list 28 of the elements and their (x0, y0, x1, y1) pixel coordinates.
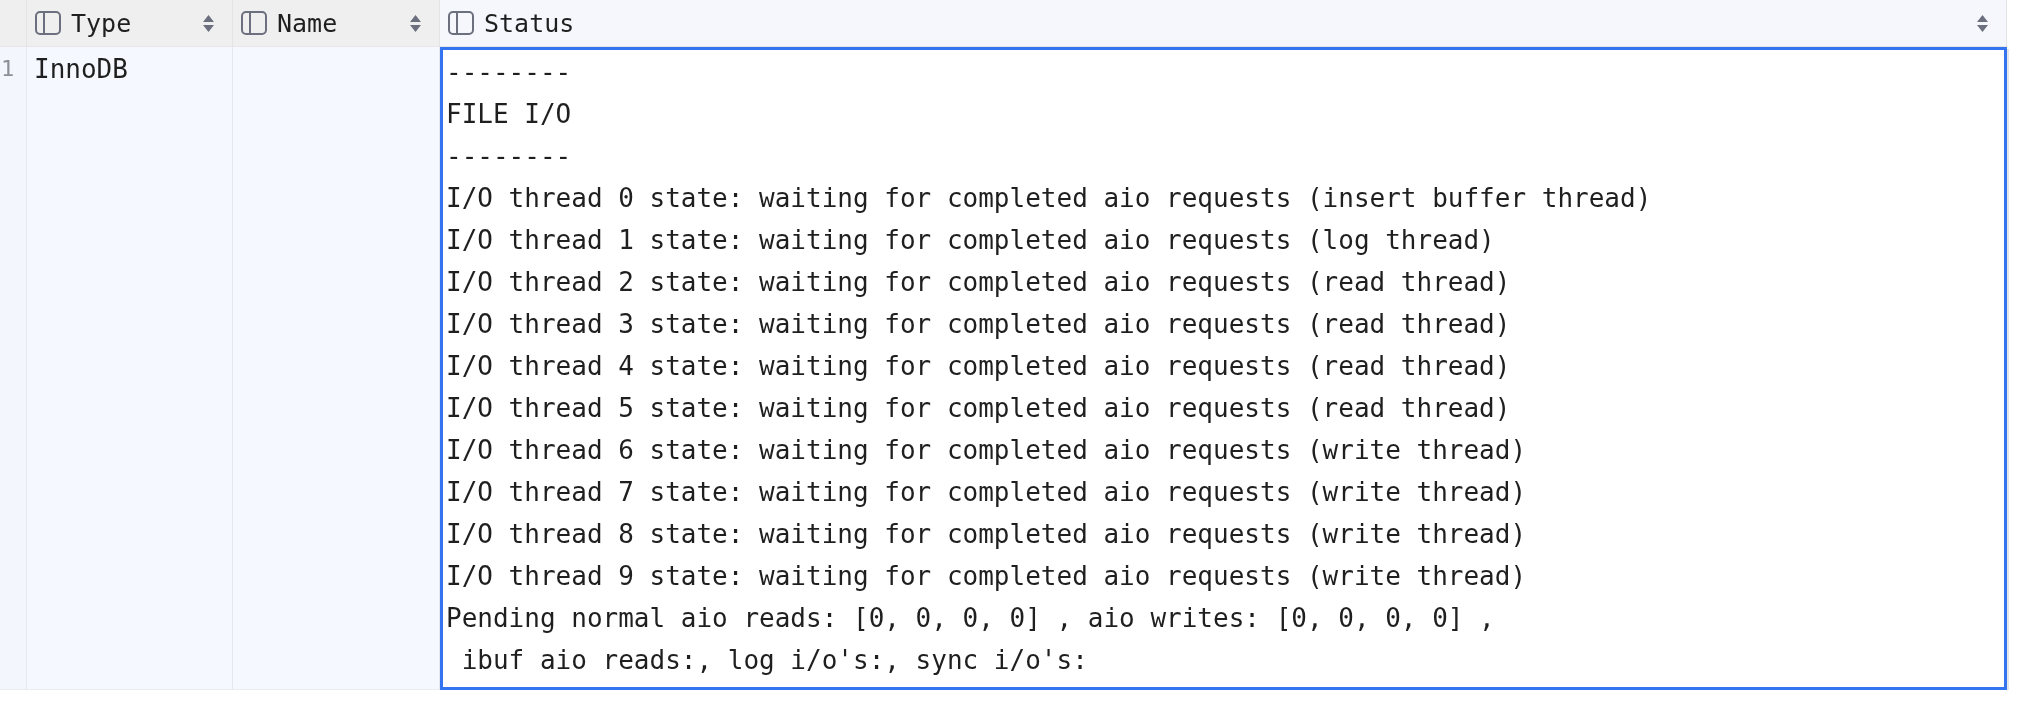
editor-text-line: I/O thread 5 state: waiting for completed aio requests (read thread) (446, 392, 1511, 425)
sort-icon[interactable] (203, 14, 214, 32)
editor-text-line: I/O thread 3 state: waiting for completed aio requests (read thread) (446, 308, 1511, 341)
column-panel-icon (35, 11, 61, 35)
sort-icon[interactable] (410, 14, 421, 32)
editor-text-line: I/O thread 0 state: waiting for completed aio requests (insert buffer thread) (446, 182, 1652, 215)
column-panel-icon (448, 11, 474, 35)
editor-text-line: -------- (446, 56, 572, 89)
column-header[interactable]: Name (233, 0, 440, 47)
column-panel-icon (241, 11, 267, 35)
editor-text-line: I/O thread 9 state: waiting for completed aio requests (write thread) (446, 560, 1527, 593)
editor-text-line: Pending normal aio reads: [0, 0, 0, 0] , aio writes: [0, 0, 0, 0] , (446, 602, 1495, 635)
column-header[interactable]: Status (440, 0, 2007, 47)
sort-icon[interactable] (1977, 14, 1988, 32)
row-number: 1 (0, 47, 27, 690)
editor-text-line: I/O thread 2 state: waiting for completed aio requests (read thread) (446, 266, 1511, 299)
editor-text-line: ibuf aio reads:, log i/o's:, sync i/o's: (460, 644, 1088, 677)
editor-text-line: FILE I/O (446, 98, 572, 131)
editor-text-line: I/O thread 6 state: waiting for completed aio requests (write thread) (446, 434, 1527, 467)
cell-editor[interactable] (440, 47, 2007, 690)
editor-text-line: -------- (446, 140, 572, 173)
editor-text-line: I/O thread 7 state: waiting for completed aio requests (write thread) (446, 476, 1527, 509)
table-cell: InnoDB (27, 47, 233, 690)
column-header[interactable]: Type (27, 0, 233, 47)
editor-text-line: I/O thread 8 state: waiting for completed aio requests (write thread) (446, 518, 1527, 551)
editor-text-line: I/O thread 1 state: waiting for completed aio requests (log thread) (446, 224, 1495, 257)
editor-text-line: I/O thread 4 state: waiting for completed aio requests (read thread) (446, 350, 1511, 383)
header-corner (0, 0, 27, 47)
